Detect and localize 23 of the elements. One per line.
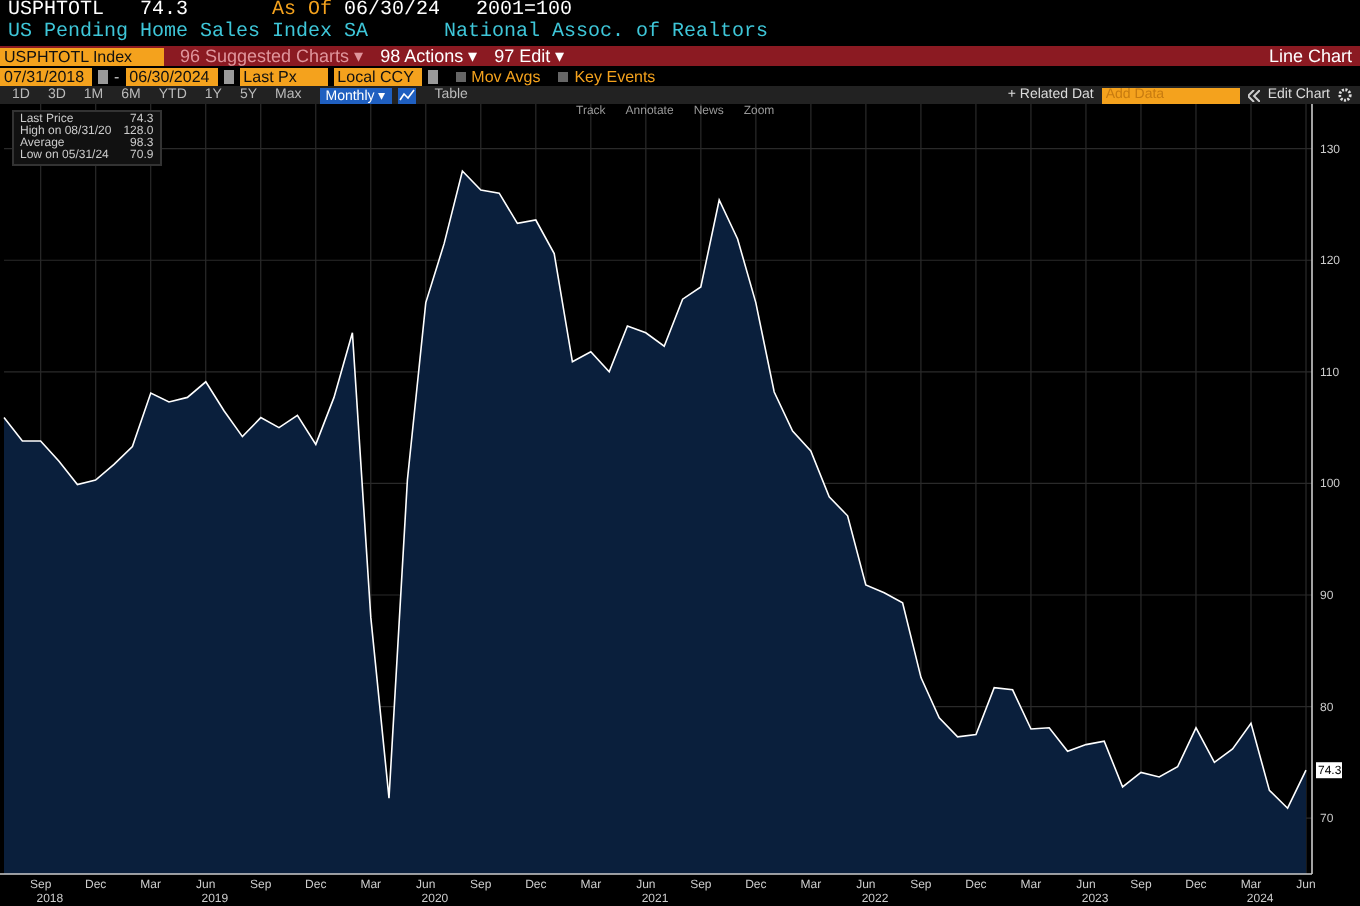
as-of-label: As Of — [272, 0, 333, 22]
chart-type-label: Line Chart — [1268, 46, 1352, 66]
checkbox-label: Key Events — [574, 68, 656, 86]
menu-button[interactable]: 97 Edit ▾ — [494, 46, 566, 66]
checkbox[interactable] — [558, 72, 569, 82]
ticker: USPHTOTL — [8, 0, 105, 22]
security-name: US Pending Home Sales Index SA — [8, 22, 371, 44]
security-field[interactable]: USPHTOTL Index — [0, 47, 164, 65]
date-dash: - — [114, 68, 120, 86]
source-name: National Assoc. of Realtors — [444, 22, 769, 44]
checkbox[interactable] — [455, 72, 466, 82]
menu-button[interactable]: 98 Actions ▾ — [380, 46, 479, 66]
chart-type-icon[interactable] — [398, 87, 417, 103]
settings-icon[interactable] — [1338, 88, 1352, 102]
currency-field[interactable]: Local CCY — [333, 68, 422, 86]
index-base: 2001=100 — [476, 0, 573, 22]
checkbox-label: Mov Avgs — [471, 68, 541, 86]
end-date-field[interactable]: 06/30/2024 — [125, 68, 218, 86]
price-field[interactable]: Last Px — [239, 68, 328, 86]
last-price: 74.3 — [140, 0, 191, 22]
start-date-field[interactable]: 07/31/2018 — [0, 68, 92, 86]
as-of-date: 06/30/24 — [344, 0, 443, 22]
collapse-icon[interactable] — [1247, 89, 1260, 101]
